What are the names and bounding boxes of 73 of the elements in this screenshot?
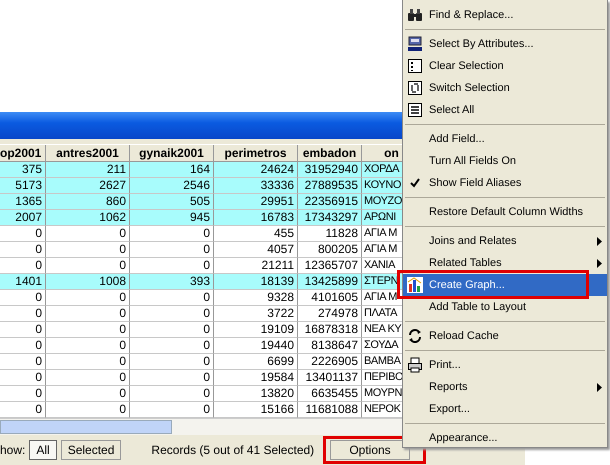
table-cell: 0 — [0, 322, 46, 338]
table-cell: 4057 — [214, 242, 298, 258]
table-cell: 0 — [130, 354, 214, 370]
table-cell: 16783 — [214, 210, 298, 226]
table-cell: 274978 — [298, 306, 362, 322]
table-cell: 0 — [0, 338, 46, 354]
menu-item[interactable]: Select All — [403, 99, 607, 121]
table-cell: 6635455 — [298, 386, 362, 402]
table-cell: 0 — [46, 242, 130, 258]
table-cell: 2226905 — [298, 354, 362, 370]
table-cell: 3722 — [214, 306, 298, 322]
table-cell: 0 — [0, 306, 46, 322]
table-cell: 2007 — [0, 210, 46, 226]
menu-item[interactable]: Select By Attributes... — [403, 33, 607, 55]
table-cell: 800205 — [298, 242, 362, 258]
table-cell: 13401137 — [298, 370, 362, 386]
clear-selection-icon — [407, 58, 423, 74]
menu-item[interactable]: Find & Replace... — [403, 4, 607, 26]
table-cell: 0 — [130, 322, 214, 338]
table-cell: 0 — [46, 386, 130, 402]
table-cell: 17343297 — [298, 210, 362, 226]
switch-selection-icon — [407, 80, 423, 96]
table-cell: 9328 — [214, 290, 298, 306]
options-button[interactable]: Options — [330, 440, 410, 460]
table-cell: 0 — [0, 370, 46, 386]
table-cell: 0 — [130, 290, 214, 306]
table-cell: 1062 — [46, 210, 130, 226]
bar-chart-icon — [407, 277, 423, 293]
table-cell: 0 — [130, 370, 214, 386]
table-cell: 0 — [130, 242, 214, 258]
table-cell: 1008 — [46, 274, 130, 290]
table-cell: 16878318 — [298, 322, 362, 338]
table-cell: 0 — [46, 322, 130, 338]
table-cell: 0 — [0, 226, 46, 242]
table-cell: 0 — [130, 386, 214, 402]
table-cell: 19440 — [214, 338, 298, 354]
list-icon — [407, 102, 423, 118]
menu-item[interactable]: Clear Selection — [403, 55, 607, 77]
binoculars-icon — [407, 8, 423, 22]
table-cell: 0 — [46, 290, 130, 306]
show-toggle-button[interactable]: All — [29, 440, 57, 460]
table-cell: 945 — [130, 210, 214, 226]
table-cell: 1401 — [0, 274, 46, 290]
table-cell: 0 — [46, 370, 130, 386]
menu-item[interactable]: Switch Selection — [403, 77, 607, 99]
table-cell: 0 — [46, 306, 130, 322]
show-label: how: — [0, 443, 26, 458]
table-cell: 19584 — [214, 370, 298, 386]
database-icon — [407, 36, 423, 52]
table-cell: 4101605 — [298, 290, 362, 306]
table-cell: 0 — [0, 386, 46, 402]
table-cell: 0 — [46, 354, 130, 370]
table-cell: 13820 — [214, 386, 298, 402]
table-cell: 0 — [130, 338, 214, 354]
table-cell: 0 — [0, 242, 46, 258]
table-cell: 8138647 — [298, 338, 362, 354]
table-cell: 0 — [0, 290, 46, 306]
table-cell: 0 — [46, 338, 130, 354]
table-cell: 0 — [46, 226, 130, 242]
printer-icon — [407, 357, 423, 373]
table-cell: 11828 — [298, 226, 362, 242]
table-cell: 455 — [214, 226, 298, 242]
table-cell: 0 — [0, 354, 46, 370]
table-cell: 0 — [130, 306, 214, 322]
table-cell: 13425899 — [298, 274, 362, 290]
table-cell: 18139 — [214, 274, 298, 290]
table-cell: 19109 — [214, 322, 298, 338]
table-cell: 393 — [130, 274, 214, 290]
records-count: Records (5 out of 41 Selected) — [151, 443, 314, 458]
show-toggle-button[interactable]: Selected — [60, 440, 122, 460]
table-cell: 0 — [130, 226, 214, 242]
table-cell: 6699 — [214, 354, 298, 370]
reload-icon — [407, 328, 423, 344]
